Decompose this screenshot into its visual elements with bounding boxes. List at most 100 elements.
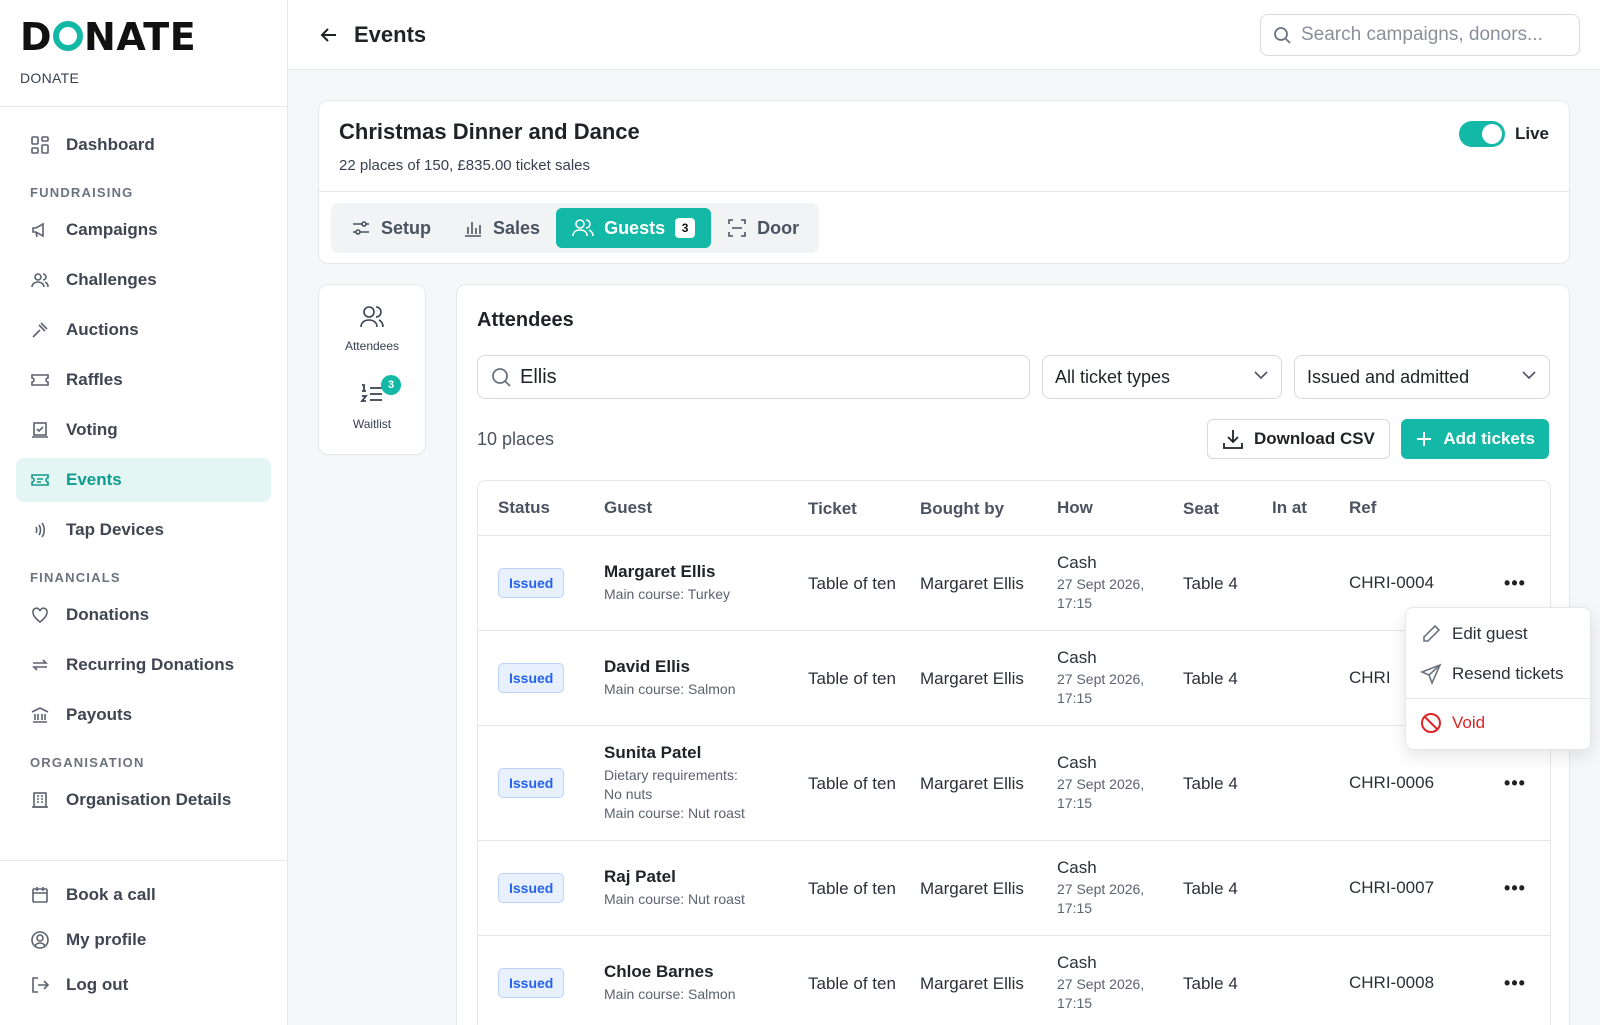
- ticket-type-select[interactable]: All ticket types: [1042, 355, 1282, 399]
- payment-method: Cash: [1057, 753, 1097, 772]
- search-value: Ellis: [520, 365, 557, 388]
- sidebar-item-my-profile[interactable]: My profile: [16, 920, 271, 960]
- menu-divider: [1406, 698, 1590, 699]
- column-header[interactable]: Seat: [1183, 496, 1272, 521]
- edit-guest-menu-item[interactable]: Edit guest: [1406, 614, 1590, 654]
- seat-cell: Table 4: [1183, 973, 1238, 993]
- table-row[interactable]: Issued Margaret Ellis Main course: Turke…: [478, 536, 1550, 631]
- sidebar-item-log-out[interactable]: Log out: [16, 965, 271, 1005]
- sidebar-item-raffles[interactable]: Raffles: [16, 358, 271, 402]
- attendees-panel: Attendees Ellis All ticket types Issued …: [456, 284, 1570, 1025]
- subnav-attendees[interactable]: Attendees: [319, 305, 425, 353]
- sidebar-item-label: Organisation Details: [66, 790, 232, 809]
- live-toggle[interactable]: Live: [1458, 121, 1549, 147]
- sidebar-item-book-a-call[interactable]: Book a call: [16, 875, 271, 915]
- tab-door[interactable]: Door: [711, 208, 815, 248]
- event-title: Christmas Dinner and Dance: [339, 119, 640, 144]
- guests-count-badge: 3: [675, 218, 696, 238]
- column-header[interactable]: Bought by: [920, 496, 1057, 521]
- tab-label: Door: [757, 217, 800, 238]
- sidebar-item-campaigns[interactable]: Campaigns: [16, 208, 271, 252]
- main-nav: Dashboard FUNDRAISING Campaigns Challeng…: [0, 107, 287, 822]
- section-label-financials: FINANCIALS: [30, 570, 121, 585]
- column-header[interactable]: Ticket: [808, 496, 920, 521]
- ref-cell: CHRI-0006: [1349, 773, 1435, 792]
- void-menu-item[interactable]: Void: [1406, 703, 1590, 743]
- subnav-waitlist[interactable]: 3 Waitlist: [319, 375, 425, 431]
- sidebar-item-organisation-details[interactable]: Organisation Details: [16, 778, 271, 822]
- back-arrow-icon[interactable]: [316, 22, 342, 48]
- seat-cell: Table 4: [1183, 878, 1238, 898]
- guest-name[interactable]: David Ellis: [604, 657, 808, 677]
- tab-setup[interactable]: Setup: [335, 208, 447, 248]
- status-badge: Issued: [498, 568, 565, 598]
- more-actions-icon[interactable]: •••: [1504, 774, 1526, 792]
- ticket-icon: [30, 470, 50, 490]
- guest-note: No nuts: [604, 786, 653, 802]
- organisation-name: DONATE: [20, 70, 80, 86]
- sidebar-item-auctions[interactable]: Auctions: [16, 308, 271, 352]
- status-badge: Issued: [498, 663, 565, 693]
- global-search-input[interactable]: Search campaigns, donors...: [1260, 14, 1580, 56]
- payment-method: Cash: [1057, 648, 1097, 667]
- sidebar-item-label: Auctions: [66, 320, 139, 339]
- sidebar-item-label: Book a call: [66, 885, 156, 904]
- button-label: Download CSV: [1254, 429, 1375, 448]
- guest-name[interactable]: Chloe Barnes: [604, 962, 808, 982]
- download-csv-button[interactable]: Download CSV: [1207, 419, 1390, 459]
- column-header[interactable]: How: [1057, 498, 1183, 518]
- download-icon: [1222, 428, 1244, 450]
- ref-cell: CHRI-0007: [1349, 878, 1435, 897]
- guest-name[interactable]: Sunita Patel: [604, 743, 808, 763]
- column-header[interactable]: In at: [1272, 498, 1349, 518]
- ref-cell: CHRI-0004: [1349, 573, 1435, 592]
- table-row[interactable]: Issued Sunita Patel Dietary requirements…: [478, 726, 1550, 841]
- more-actions-icon[interactable]: •••: [1504, 574, 1526, 592]
- payment-method: Cash: [1057, 953, 1097, 972]
- resend-tickets-menu-item[interactable]: Resend tickets: [1406, 654, 1590, 694]
- sidebar-item-label: My profile: [66, 930, 147, 949]
- pencil-icon: [1420, 623, 1442, 645]
- sidebar-item-challenges[interactable]: Challenges: [16, 258, 271, 302]
- bought-by-cell: Margaret Ellis: [920, 573, 1024, 593]
- guest-note: Main course: Salmon: [604, 681, 736, 697]
- sidebar-item-label: Events: [66, 470, 122, 489]
- tab-sales[interactable]: Sales: [447, 208, 556, 248]
- search-icon: [1273, 26, 1291, 44]
- sidebar-item-events[interactable]: Events: [16, 458, 271, 502]
- toggle-switch[interactable]: [1458, 121, 1505, 147]
- logo[interactable]: D NATE: [20, 18, 267, 56]
- column-header[interactable]: Ref: [1349, 498, 1485, 518]
- menu-item-label: Void: [1452, 713, 1486, 732]
- sidebar-item-donations[interactable]: Donations: [16, 593, 271, 637]
- status-badge: Issued: [498, 968, 565, 998]
- seat-cell: Table 4: [1183, 668, 1238, 688]
- ticket-cell: Table of ten: [808, 773, 896, 793]
- brand: D NATE DONATE: [0, 0, 287, 107]
- guest-name[interactable]: Raj Patel: [604, 867, 808, 887]
- places-count: 10 places: [477, 429, 555, 449]
- sidebar-item-voting[interactable]: Voting: [16, 408, 271, 452]
- more-actions-icon[interactable]: •••: [1504, 879, 1526, 897]
- attendee-search-input[interactable]: Ellis: [477, 355, 1030, 399]
- add-tickets-button[interactable]: Add tickets: [1401, 419, 1549, 459]
- guest-name[interactable]: Margaret Ellis: [604, 562, 808, 582]
- table-row[interactable]: Issued Raj Patel Main course: Nut roast …: [478, 841, 1550, 936]
- sidebar-item-recurring-donations[interactable]: Recurring Donations: [16, 643, 271, 687]
- table-row[interactable]: Issued Chloe Barnes Main course: Salmon …: [478, 936, 1550, 1025]
- scan-icon: [727, 218, 747, 238]
- more-actions-icon[interactable]: •••: [1504, 974, 1526, 992]
- table-row[interactable]: Issued David Ellis Main course: Salmon T…: [478, 631, 1550, 726]
- sidebar-item-label: Donations: [66, 605, 150, 624]
- column-header[interactable]: Status: [478, 498, 604, 518]
- sidebar-item-payouts[interactable]: Payouts: [16, 693, 271, 737]
- sidebar: D NATE DONATE Dashboard FUNDRAISING Campa…: [0, 0, 288, 1025]
- ticket-cell: Table of ten: [808, 573, 896, 593]
- sidebar-item-tap-devices[interactable]: Tap Devices: [16, 508, 271, 552]
- bought-by-cell: Margaret Ellis: [920, 773, 1024, 793]
- sidebar-item-dashboard[interactable]: Dashboard: [16, 123, 271, 167]
- guest-note: Main course: Nut roast: [604, 891, 745, 907]
- status-select[interactable]: Issued and admitted: [1294, 355, 1550, 399]
- column-header[interactable]: Guest: [604, 498, 808, 518]
- tab-guests[interactable]: Guests 3: [556, 208, 712, 248]
